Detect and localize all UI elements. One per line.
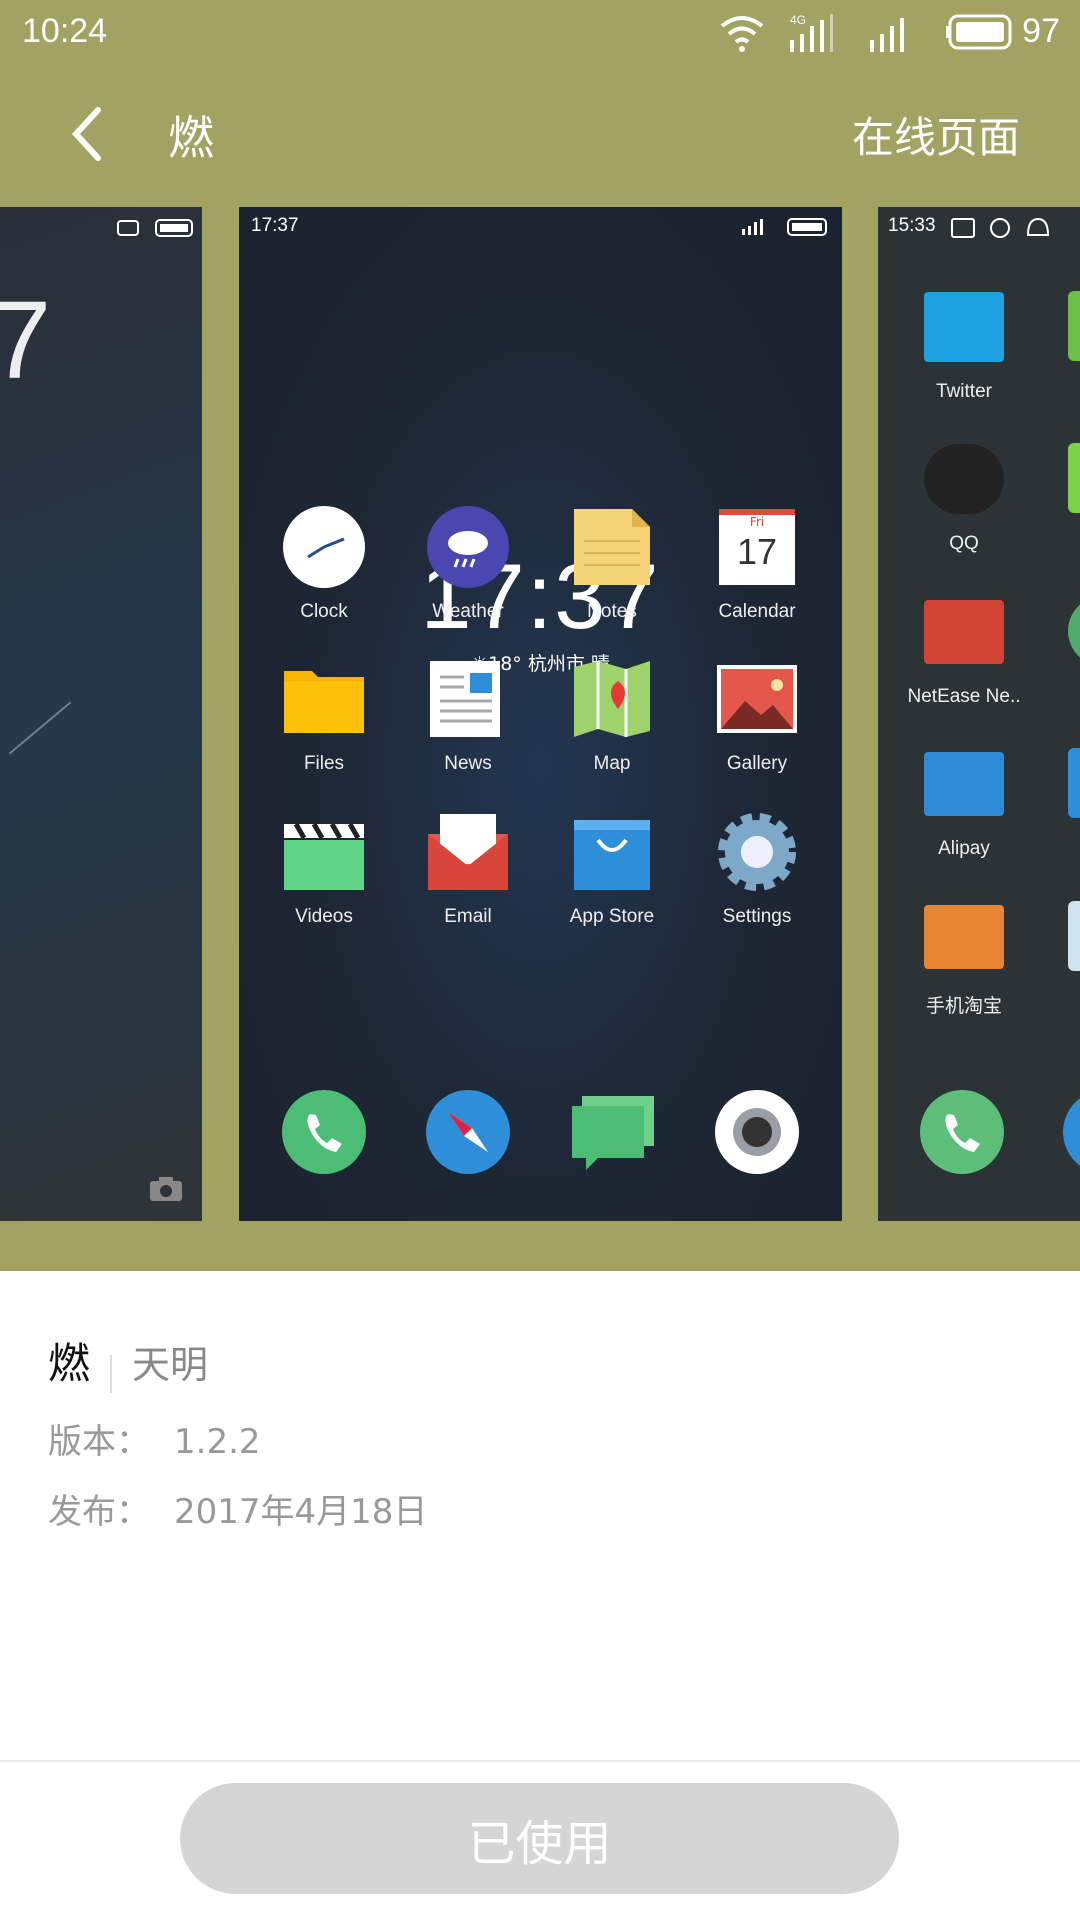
app-icon-partial[interactable] — [1068, 748, 1080, 818]
release-label: 发布： — [48, 1492, 150, 1532]
version-row: 版本： 1.2.2 — [48, 1414, 261, 1463]
online-page-link[interactable]: 在线页面 — [852, 104, 1020, 165]
app-label: News — [444, 753, 492, 774]
preview-status-time: 17:37 — [251, 215, 299, 236]
app-label: App Store — [569, 906, 655, 927]
email-icon — [426, 810, 510, 894]
notes-icon — [570, 505, 654, 589]
app-label: 手机淘宝 — [925, 996, 1002, 1017]
news-icon — [426, 657, 510, 741]
release-date: 2017年4月18日 — [174, 1492, 428, 1532]
app-item[interactable]: Alipay — [892, 742, 1036, 860]
camera-icon[interactable] — [715, 1090, 799, 1174]
app-icon — [922, 590, 1006, 674]
preview-screenshot-lockscreen[interactable]: 7 — [0, 207, 202, 1221]
app-label: Clock — [300, 601, 348, 622]
preview-screenshot-apps[interactable]: 15:33 Twitter QQ NetEase Ne.. Alipay 手机淘宝 — [878, 207, 1080, 1221]
app-label: Email — [444, 906, 492, 927]
weather-icon — [426, 505, 510, 589]
app-item[interactable]: 手机淘宝 — [892, 895, 1036, 1018]
wifi-icon — [720, 16, 764, 44]
camera-icon[interactable] — [148, 1175, 184, 1203]
app-label: Map — [593, 753, 631, 774]
light-streak — [8, 701, 72, 755]
app-label: Weather — [432, 601, 504, 622]
messages-icon[interactable] — [570, 1090, 658, 1174]
in-use-button[interactable]: 已使用 — [180, 1783, 899, 1894]
bottom-divider — [0, 1760, 1080, 1762]
app-label: Alipay — [938, 838, 990, 859]
theme-preview-area: 10:24 4G 97 燃 在线页面 7 17:37 17:37 ☼18° 杭州… — [0, 0, 1080, 1271]
app-app-store[interactable]: App Store — [540, 810, 684, 928]
app-videos[interactable]: Videos — [252, 810, 396, 928]
app-icon-partial[interactable] — [1068, 596, 1080, 666]
page-title: 燃 — [168, 111, 214, 165]
app-icon-partial[interactable] — [1068, 291, 1080, 361]
preview-status-time: 15:33 — [888, 215, 936, 236]
calendar-date: 17 — [736, 531, 778, 572]
version-value: 1.2.2 — [174, 1422, 261, 1462]
gear-icon — [715, 810, 799, 894]
app-weather[interactable]: Weather — [396, 505, 540, 623]
app-label: Files — [303, 753, 345, 774]
app-label: Settings — [722, 906, 792, 927]
calendar-day: Fri — [749, 515, 765, 529]
back-button[interactable] — [62, 104, 112, 164]
release-row: 发布： 2017年4月18日 — [48, 1484, 427, 1533]
gallery-icon — [715, 657, 799, 741]
app-icon — [922, 285, 1006, 369]
folder-icon — [282, 657, 366, 741]
status-icons — [117, 219, 193, 237]
app-clock[interactable]: Clock — [252, 505, 396, 623]
shopping-bag-icon — [570, 810, 654, 894]
app-label: Videos — [295, 906, 353, 927]
app-settings[interactable]: Settings — [685, 810, 829, 928]
app-icon-partial[interactable] — [1068, 901, 1080, 971]
clock-icon — [282, 505, 366, 589]
lock-clock: 7 — [0, 279, 52, 402]
version-label: 版本： — [48, 1422, 150, 1462]
browser-icon[interactable] — [426, 1090, 510, 1174]
app-label: Notes — [587, 601, 637, 622]
app-calendar[interactable]: Fri 17 Calendar — [685, 505, 829, 623]
notification-icons — [951, 217, 1050, 238]
preview-status-icons — [742, 218, 827, 236]
preview-screenshot-home[interactable]: 17:37 17:37 ☼18° 杭州市 晴 Clock Weather Notes… — [239, 207, 842, 1221]
app-files[interactable]: Files — [252, 657, 396, 775]
signal-icons: 4G — [720, 13, 904, 52]
theme-info: 燃天明 — [48, 1330, 208, 1393]
divider — [110, 1354, 113, 1393]
battery-level: 97 — [1022, 12, 1060, 50]
app-email[interactable]: Email — [396, 810, 540, 928]
calendar-icon: Fri 17 — [715, 505, 799, 589]
app-notes[interactable]: Notes — [540, 505, 684, 623]
app-icon — [922, 437, 1006, 521]
status-bar: 10:24 4G 97 — [0, 0, 1080, 64]
phone-icon[interactable] — [282, 1090, 366, 1174]
app-label: Twitter — [936, 381, 992, 402]
app-item[interactable]: NetEase Ne.. — [892, 590, 1036, 708]
app-map[interactable]: Map — [540, 657, 684, 775]
map-icon — [570, 657, 654, 741]
app-bar: 燃 在线页面 — [0, 64, 1080, 196]
phone-icon[interactable] — [920, 1090, 1004, 1174]
app-icon-partial[interactable] — [1068, 443, 1080, 513]
app-label: Gallery — [726, 753, 788, 774]
theme-author: 天明 — [132, 1343, 209, 1387]
app-icon — [922, 742, 1006, 826]
app-item[interactable]: QQ — [892, 437, 1036, 555]
app-item[interactable]: Twitter — [892, 285, 1036, 403]
app-icon — [922, 895, 1006, 979]
app-label: NetEase Ne.. — [907, 686, 1021, 707]
app-news[interactable]: News — [396, 657, 540, 775]
app-label: Calendar — [718, 601, 796, 622]
status-time: 10:24 — [22, 12, 108, 50]
app-gallery[interactable]: Gallery — [685, 657, 829, 775]
browser-icon[interactable] — [1063, 1090, 1080, 1174]
svg-text:4G: 4G — [790, 13, 806, 27]
app-label: QQ — [949, 533, 979, 554]
theme-name: 燃 — [48, 1339, 91, 1388]
clapper-icon — [282, 810, 366, 894]
battery-icon — [946, 14, 1012, 50]
